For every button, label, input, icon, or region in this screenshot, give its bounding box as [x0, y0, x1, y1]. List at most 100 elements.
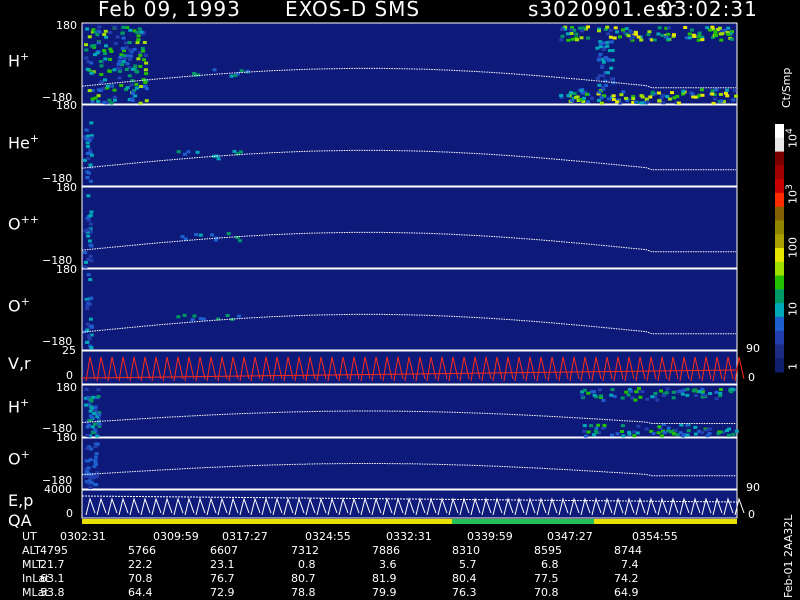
- heatmap-cell: [176, 150, 181, 154]
- row-value: 0324:55: [305, 530, 351, 543]
- heatmap-cell: [650, 395, 655, 399]
- heatmap-cell: [120, 31, 125, 35]
- heatmap-cell: [89, 406, 94, 410]
- heatmap-cell: [700, 431, 705, 435]
- heatmap-cell: [607, 49, 612, 53]
- heatmap-cell: [84, 137, 89, 141]
- heatmap-cell: [136, 57, 141, 61]
- heatmap-cell: [624, 27, 629, 31]
- row-label: UT: [22, 530, 37, 543]
- heatmap-cell: [672, 33, 676, 37]
- heatmap-cell: [718, 92, 723, 96]
- heatmap-cell: [103, 78, 107, 82]
- heatmap-cell: [705, 434, 710, 438]
- heatmap-cell: [675, 94, 680, 98]
- heatmap-cell: [559, 93, 564, 97]
- heatmap-cell: [647, 30, 652, 34]
- plot-date: Feb 09, 1993: [98, 0, 241, 21]
- heatmap-cell: [635, 431, 640, 435]
- heatmap-cell: [143, 84, 148, 88]
- colorbar-segment: [775, 206, 784, 221]
- panel-label-o1: O+: [8, 295, 30, 316]
- heatmap-cell: [86, 234, 91, 238]
- heatmap-cell: [85, 27, 90, 31]
- heatmap-cell: [597, 388, 602, 392]
- row-value: 63.1: [40, 572, 65, 585]
- heatmap-cell: [102, 49, 107, 53]
- row-value: 0354:55: [632, 530, 678, 543]
- heatmap-cell: [109, 50, 114, 53]
- heatmap-cell: [725, 94, 730, 98]
- row-value: 22.2: [128, 558, 153, 571]
- heatmap-cell: [190, 318, 195, 322]
- row-value: 0317:27: [222, 530, 268, 543]
- heatmap-cell: [633, 398, 638, 402]
- heatmap-cell: [127, 41, 132, 44]
- heatmap-cell: [186, 150, 191, 154]
- heatmap-cell: [634, 390, 639, 394]
- heatmap-cell: [182, 313, 187, 317]
- row-value: 4795: [40, 544, 68, 557]
- heatmap-cell: [687, 32, 692, 36]
- heatmap-cell: [86, 145, 90, 148]
- heatmap-cell: [89, 346, 94, 350]
- heatmap-cell: [87, 239, 92, 243]
- heatmap-cell: [734, 429, 739, 433]
- heatmap-cell: [84, 48, 89, 52]
- row-value: 64.9: [614, 586, 639, 599]
- heatmap-cell: [135, 41, 140, 45]
- colorbar-segment: [775, 275, 784, 290]
- row-value: 81.9: [372, 572, 397, 585]
- heatmap-cell: [88, 254, 93, 258]
- heatmap-cell: [657, 425, 662, 429]
- heatmap-cell: [195, 150, 200, 154]
- heatmap-cell: [86, 459, 91, 463]
- heatmap-cell: [582, 96, 586, 100]
- heatmap-cell: [611, 94, 616, 98]
- row-value: 8310: [452, 544, 480, 557]
- heatmap-cell: [589, 424, 594, 428]
- heatmap-cell: [96, 388, 101, 392]
- heatmap-cell: [657, 26, 662, 30]
- heatmap-cell: [594, 426, 599, 430]
- row-value: 23.1: [210, 558, 235, 571]
- heatmap-cell: [92, 422, 97, 426]
- heatmap-cell: [611, 98, 616, 101]
- heatmap-cell: [91, 476, 96, 480]
- heatmap-cell: [582, 424, 587, 428]
- ephemeris-row-mlat: MLat 53.8 64.4 72.9 78.8 79.9 76.3 70.8 …: [22, 586, 742, 600]
- row-value: 8595: [534, 544, 562, 557]
- heatmap-cell: [96, 395, 101, 398]
- heatmap-cell: [640, 95, 645, 99]
- row-value: 77.5: [534, 572, 559, 585]
- colorbar-segment: [775, 137, 784, 153]
- heatmap-cell: [128, 28, 133, 32]
- heatmap-cell: [711, 101, 716, 105]
- heatmap-cell: [619, 93, 624, 97]
- heatmap-cell: [601, 60, 606, 64]
- heatmap-cell: [734, 94, 738, 98]
- heatmap-cell: [592, 393, 597, 397]
- heatmap-cell: [609, 77, 614, 81]
- heatmap-cell: [94, 455, 98, 459]
- colorbar-segment: [775, 151, 784, 166]
- heatmap-cell: [129, 83, 134, 87]
- heatmap-cell: [620, 396, 625, 400]
- heatmap-cell: [88, 222, 93, 226]
- heatmap-cell: [596, 58, 601, 62]
- heatmap-cell: [624, 390, 629, 394]
- colorbar-segment: [775, 316, 784, 332]
- heatmap-cell: [113, 41, 118, 45]
- row-value: 72.9: [210, 586, 235, 599]
- panel-label-ep: E,p: [8, 491, 34, 510]
- heatmap-cell: [609, 66, 614, 70]
- heatmap-cell: [570, 99, 574, 103]
- heatmap-cell: [732, 89, 737, 93]
- heatmap-cell: [607, 58, 612, 62]
- heatmap-cell: [680, 392, 685, 396]
- heatmap-cell: [142, 41, 147, 44]
- heatmap-cell: [718, 388, 723, 391]
- heatmap-cell: [653, 391, 658, 395]
- heatmap-cell: [718, 32, 723, 36]
- heatmap-cell: [84, 387, 89, 391]
